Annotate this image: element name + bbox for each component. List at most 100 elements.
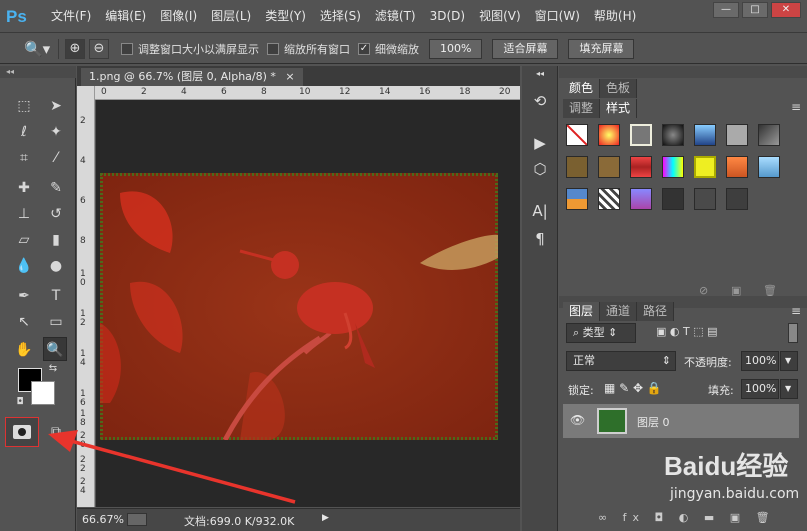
menu-3d[interactable]: 3D(D) [423, 0, 472, 33]
resize-windows-checkbox[interactable]: 调整窗口大小以满屏显示 [121, 41, 259, 57]
layer-thumbnail[interactable] [597, 408, 627, 434]
style-swatch[interactable] [662, 188, 684, 210]
style-swatch[interactable] [758, 156, 780, 178]
actions-panel-icon[interactable]: ▶ [528, 132, 552, 154]
lasso-tool-icon[interactable]: ℓ [12, 120, 36, 144]
style-swatch[interactable] [726, 188, 748, 210]
type-tool-icon[interactable]: T [44, 284, 68, 308]
minimize-button[interactable]: — [713, 2, 739, 18]
pen-tool-icon[interactable]: ✒ [12, 284, 36, 308]
default-colors-icon[interactable]: ◘ [14, 396, 26, 408]
move-tool-icon[interactable]: ➤ [44, 94, 68, 118]
rectangle-tool-icon[interactable]: ▭ [44, 310, 68, 334]
style-swatch[interactable] [598, 124, 620, 146]
scrubby-zoom-checkbox[interactable]: ✓ 细微缩放 [358, 41, 419, 57]
panel-menu-icon[interactable]: ≡ [791, 100, 801, 114]
clone-stamp-icon[interactable]: ⊥ [12, 202, 36, 226]
style-swatch[interactable] [630, 156, 652, 178]
opacity-field[interactable]: 100% [741, 351, 779, 371]
paragraph-panel-icon[interactable]: ¶ [528, 228, 552, 250]
style-swatch[interactable] [694, 156, 716, 178]
checkbox-box[interactable] [267, 42, 279, 55]
character-panel-icon[interactable]: A| [528, 200, 552, 222]
style-swatch[interactable] [598, 156, 620, 178]
tab-adjustments[interactable]: 调整 [563, 99, 601, 118]
panel-collapse-icon[interactable]: ◂◂ [0, 66, 76, 78]
3d-panel-icon[interactable]: ⬡ [528, 158, 552, 180]
layer-filter-icons[interactable]: ▣ ◐ T ⬚ ▤ [656, 325, 717, 338]
tab-paths[interactable]: 路径 [637, 302, 675, 321]
eraser-icon[interactable]: ▱ [12, 228, 36, 252]
menu-layer[interactable]: 图层(L) [204, 0, 258, 33]
dodge-tool-icon[interactable]: ● [44, 254, 68, 278]
zoom-readout[interactable]: 66.67% [82, 513, 124, 526]
checkbox-box[interactable] [121, 42, 133, 55]
document-tab[interactable]: 1.png @ 66.7% (图层 0, Alpha/8) * × [81, 68, 303, 86]
tab-close-icon[interactable]: × [285, 70, 294, 83]
style-swatch[interactable] [662, 124, 684, 146]
zoom-tool-preset-icon[interactable]: 🔍▾ [24, 38, 52, 60]
style-none-swatch[interactable] [566, 124, 588, 146]
zoom-100-button[interactable]: 100% [429, 38, 483, 59]
menu-view[interactable]: 视图(V) [472, 0, 528, 33]
fill-dropdown-icon[interactable]: ▼ [780, 379, 798, 399]
zoom-all-checkbox[interactable]: 缩放所有窗口 [267, 41, 350, 57]
menu-window[interactable]: 窗口(W) [528, 0, 587, 33]
menu-type[interactable]: 类型(Y) [258, 0, 313, 33]
fill-field[interactable]: 100% [741, 379, 779, 399]
style-swatch[interactable] [726, 156, 748, 178]
magic-wand-icon[interactable]: ✦ [44, 120, 68, 144]
hand-tool-icon[interactable]: ✋ [12, 338, 36, 362]
path-select-icon[interactable]: ↖ [12, 310, 36, 334]
opacity-dropdown-icon[interactable]: ▼ [780, 351, 798, 371]
menu-edit[interactable]: 编辑(E) [98, 0, 153, 33]
tab-channels[interactable]: 通道 [600, 302, 638, 321]
eyedropper-icon[interactable]: ⁄ [44, 146, 68, 170]
zoom-out-icon[interactable]: ⊖ [89, 38, 109, 59]
tab-color[interactable]: 颜色 [563, 79, 601, 98]
style-swatch[interactable] [726, 124, 748, 146]
style-swatch[interactable] [662, 156, 684, 178]
tab-layers[interactable]: 图层 [563, 302, 601, 321]
status-icon[interactable] [127, 513, 147, 526]
gradient-tool-icon[interactable]: ▮ [44, 228, 68, 252]
expand-panels-icon[interactable]: ◂◂ [528, 68, 552, 80]
style-swatch[interactable] [630, 188, 652, 210]
visibility-eye-icon[interactable]: 👁 [570, 413, 585, 427]
healing-brush-icon[interactable]: ✚ [12, 176, 36, 200]
blur-tool-icon[interactable]: 💧 [12, 254, 36, 278]
fill-screen-button[interactable]: 填充屏幕 [568, 38, 635, 59]
swap-colors-icon[interactable]: ⇆ [46, 362, 60, 376]
lock-icons[interactable]: ▦ ✎ ✥ 🔒 [604, 381, 662, 395]
filter-toggle[interactable] [788, 323, 798, 343]
layer-name[interactable]: 图层 0 [637, 414, 670, 430]
layer-filter-select[interactable]: ⌕ 类型 ⇕ [566, 323, 636, 343]
zoom-in-icon[interactable]: ⊕ [65, 38, 85, 59]
menu-select[interactable]: 选择(S) [313, 0, 368, 33]
brush-tool-icon[interactable]: ✎ [44, 176, 68, 200]
menu-help[interactable]: 帮助(H) [587, 0, 643, 33]
style-swatch[interactable] [566, 156, 588, 178]
fit-screen-button[interactable]: 适合屏幕 [492, 38, 559, 59]
layers-menu-icon[interactable]: ≡ [791, 304, 801, 318]
tab-swatches[interactable]: 色板 [600, 79, 638, 98]
status-menu-arrow-icon[interactable]: ▶ [322, 513, 329, 523]
menu-filter[interactable]: 滤镜(T) [368, 0, 423, 33]
background-color-swatch[interactable] [31, 381, 55, 405]
style-swatch[interactable] [694, 188, 716, 210]
style-swatch[interactable] [694, 124, 716, 146]
history-brush-icon[interactable]: ↺ [44, 202, 68, 226]
close-button[interactable]: ✕ [771, 2, 801, 18]
blend-mode-select[interactable]: 正常 ⇕ [566, 351, 676, 371]
quick-mask-icon[interactable] [5, 417, 39, 447]
restore-button[interactable]: □ [742, 2, 768, 18]
style-swatch[interactable] [630, 124, 652, 146]
zoom-tool-icon[interactable]: 🔍 [43, 337, 67, 361]
checkmark-icon[interactable]: ✓ [358, 42, 370, 55]
marquee-tool-icon[interactable]: ⬚ [12, 94, 36, 118]
style-swatch[interactable] [598, 188, 620, 210]
style-swatch[interactable] [758, 124, 780, 146]
menu-image[interactable]: 图像(I) [153, 0, 204, 33]
crop-tool-icon[interactable]: ⌗ [12, 146, 36, 170]
style-swatch[interactable] [566, 188, 588, 210]
